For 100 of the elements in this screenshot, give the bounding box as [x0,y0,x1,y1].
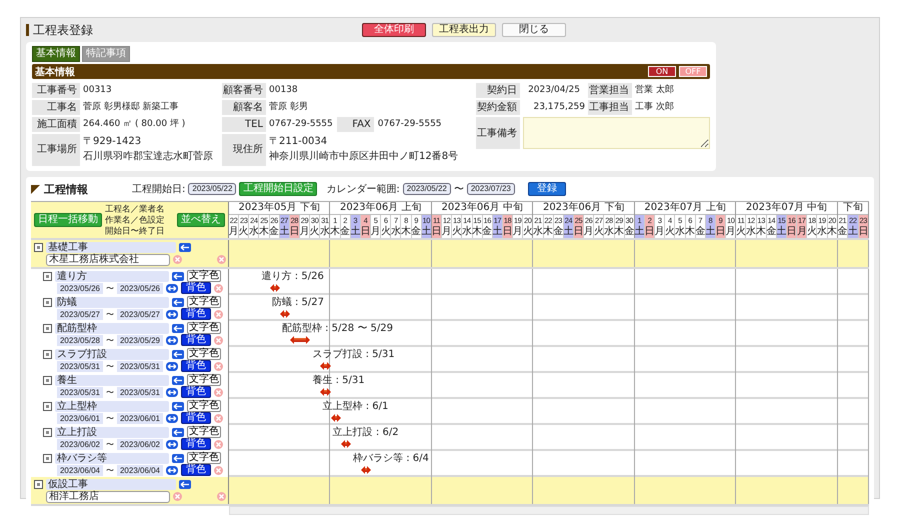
duration-arrow[interactable] [270,284,280,292]
start-date-field[interactable]: 2023/05/28 [57,334,103,346]
collapse-toggle-icon[interactable] [43,324,52,332]
text-color-button[interactable]: 文字色 [187,296,221,308]
arrow-left-button[interactable] [179,243,191,252]
arrow-left-button[interactable] [172,298,184,306]
task-name-field[interactable]: 枠バラシ等 [55,452,169,464]
header-button[interactable]: 閉じる [502,23,566,37]
start-date-field[interactable]: 2023/05/27 [57,308,103,320]
end-date-field[interactable]: 2023/06/01 [117,412,163,424]
task-name-field[interactable]: 養生 [55,374,169,386]
group-name-field[interactable]: 仮設工事 [46,479,176,490]
collapse-toggle-icon[interactable] [43,350,52,358]
text-color-button[interactable]: 文字色 [187,374,221,386]
double-arrow-button[interactable] [166,336,178,344]
arrow-left-button[interactable] [172,402,184,410]
text-color-button[interactable]: 文字色 [187,270,221,282]
register-button[interactable]: 登録 [528,182,566,196]
duration-arrow[interactable] [361,466,372,474]
background-color-button[interactable]: 背色 [181,334,211,346]
collapse-toggle-icon[interactable] [43,428,52,436]
double-arrow-button[interactable] [166,284,178,292]
end-date-field[interactable]: 2023/05/29 [117,334,163,346]
address-line: 石川県羽咋郡宝達志水町菅原 [83,150,214,164]
start-date-field[interactable]: 2023/06/01 [57,412,103,424]
field-value: 菅原 彰男 [269,100,309,114]
duration-arrow[interactable] [320,362,331,370]
task-name-field[interactable]: 立上打設 [55,426,169,438]
task-name-field[interactable]: スラブ打設 [55,348,169,360]
double-arrow-button[interactable] [166,310,178,318]
duration-arrow[interactable] [320,388,331,396]
text-color-button[interactable]: 文字色 [187,322,221,334]
task-name-field[interactable]: 配筋型枠 [55,322,169,334]
company-field[interactable]: 木星工務店株式会社 [46,254,170,266]
collapse-toggle-icon[interactable] [43,402,52,410]
arrow-left-button[interactable] [172,454,184,462]
end-date-field[interactable]: 2023/06/04 [117,464,163,476]
task-name-field[interactable]: 立上型枠 [55,400,169,412]
date-field[interactable]: 2023/05/22 [402,183,451,195]
background-color-button[interactable]: 背色 [181,464,211,476]
task-name-field[interactable]: 防蟻 [55,296,169,308]
toggle-button[interactable]: ON [648,66,676,77]
double-arrow-button[interactable] [166,388,178,396]
arrow-left-button[interactable] [172,272,184,280]
field-value: 23,175,259 [532,101,585,114]
end-date-field[interactable]: 2023/05/27 [117,308,163,320]
triangle-icon [31,184,40,194]
collapse-toggle-icon[interactable] [43,272,52,280]
header-button[interactable]: 工程表出力 [432,23,496,37]
arrow-left-button[interactable] [179,480,191,489]
tab[interactable]: 基本情報 [32,46,80,62]
text-color-button[interactable]: 文字色 [187,426,221,438]
double-arrow-button[interactable] [166,362,178,370]
start-date-field[interactable]: 2023/05/26 [57,282,103,294]
duration-arrow[interactable] [330,414,341,422]
arrow-left-button[interactable] [172,324,184,332]
date-field[interactable]: 2023/07/23 [466,183,515,195]
collapse-toggle-icon[interactable] [43,376,52,384]
collapse-toggle-icon[interactable] [34,480,43,489]
background-color-button[interactable]: 背色 [181,360,211,372]
header-button[interactable]: 全体印刷 [362,23,426,37]
date-field[interactable]: 2023/05/22 [188,183,236,195]
background-color-button[interactable]: 背色 [181,386,211,398]
text-color-button[interactable]: 文字色 [187,348,221,360]
memo-field[interactable] [523,117,710,149]
start-date-field[interactable]: 2023/06/04 [57,464,103,476]
start-date-field[interactable]: 2023/05/31 [57,386,103,398]
background-color-button[interactable]: 背色 [181,412,211,424]
duration-arrow[interactable] [280,310,290,318]
collapse-toggle-icon[interactable] [43,454,52,462]
double-arrow-button[interactable] [166,414,178,422]
background-color-button[interactable]: 背色 [181,438,211,450]
start-date-field[interactable]: 2023/05/31 [57,360,103,372]
field-label: 工事担当 [588,100,632,115]
double-arrow-button[interactable] [166,440,178,448]
end-date-field[interactable]: 2023/05/31 [117,360,163,372]
start-date-field[interactable]: 2023/06/02 [57,438,103,450]
text-color-button[interactable]: 文字色 [187,452,221,464]
group-name-field[interactable]: 基礎工事 [46,242,176,253]
company-field[interactable]: 相洋工務店 [46,490,170,502]
collapse-toggle-icon[interactable] [34,243,43,252]
double-arrow-button[interactable] [166,466,178,474]
duration-arrow[interactable] [340,440,351,448]
collapse-toggle-icon[interactable] [43,298,52,306]
task-name-field[interactable]: 遣り方 [55,270,169,282]
field-value: 菅原 彰男様邸 新築工事 [83,100,180,114]
arrow-left-button[interactable] [172,376,184,384]
arrow-left-button[interactable] [172,350,184,358]
field-label: FAX [336,117,374,132]
arrow-left-button[interactable] [172,428,184,436]
end-date-field[interactable]: 2023/05/31 [117,386,163,398]
end-date-field[interactable]: 2023/05/26 [117,282,163,294]
background-color-button[interactable]: 背色 [181,308,211,320]
field-label: 顧客番号 [222,83,266,98]
horizontal-scrollbar[interactable] [229,506,869,515]
duration-arrow[interactable] [290,336,310,344]
column-caption: 開始日〜終了日 [104,226,164,236]
text-color-button[interactable]: 文字色 [187,400,221,412]
background-color-button[interactable]: 背色 [181,282,211,294]
end-date-field[interactable]: 2023/06/02 [117,438,163,450]
